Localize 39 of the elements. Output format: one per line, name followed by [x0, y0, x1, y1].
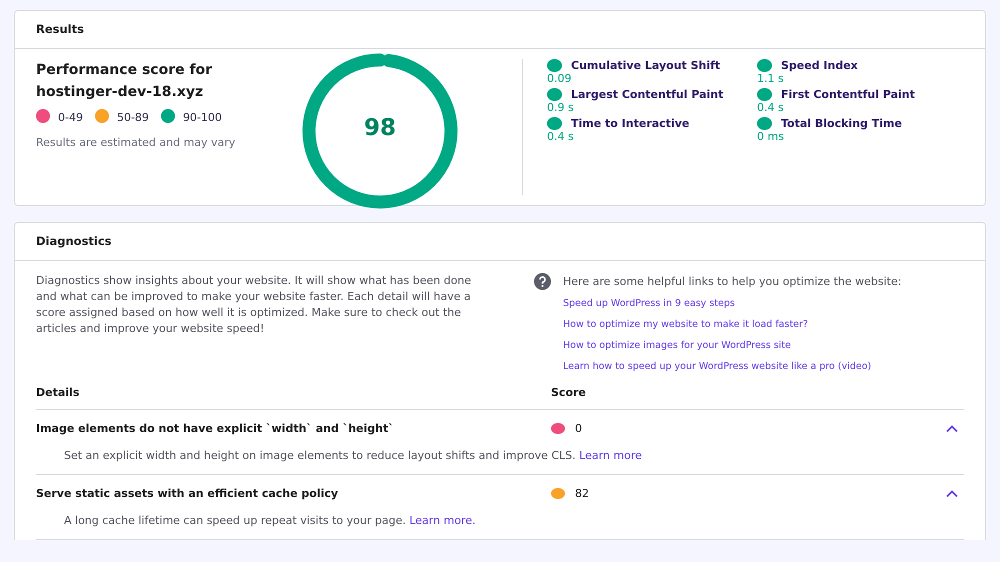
chevron-icon[interactable] — [946, 490, 958, 498]
metric-name: Cumulative Layout Shift — [571, 59, 720, 72]
metric-value: 0.4 s — [547, 130, 575, 143]
legend-label: 90-100 — [182, 111, 222, 124]
audit-score: 0 — [575, 422, 582, 435]
metric-name: Time to Interactive — [571, 117, 690, 130]
metric-value: 1.1 s — [757, 72, 785, 85]
learn-more-link[interactable]: Learn more. — [409, 514, 476, 527]
help-link[interactable]: How to optimize images for your WordPress site — [563, 338, 964, 353]
help-icon — [534, 273, 551, 290]
help-link[interactable]: Learn how to speed up your WordPress website like a pro (video) — [563, 359, 964, 374]
metric-value: 0.4 s — [757, 101, 785, 114]
audit-title[interactable]: Image elements do not have explicit `width` and `height` — [36, 422, 551, 435]
metric-value: 0 ms — [757, 130, 785, 143]
column-header: Details — [36, 386, 80, 399]
help-link[interactable]: How to optimize my website to make it load faster? — [563, 317, 964, 332]
metric-name: Speed Index — [781, 59, 858, 72]
legend-label: 0-49 — [58, 111, 83, 124]
estimate-note: Results are estimated and may vary — [36, 136, 236, 149]
links-heading: Here are some helpful links to help you optimize the website: — [563, 275, 902, 288]
diagnostics-intro: Diagnostics show insights about your website. It will show what has been done and what can be improved to make your website faster. Each detail will have a score assigned based on how well it is optimized. Make sure to check out the articles and improve your website speed! — [36, 273, 472, 337]
metric-name: First Contentful Paint — [781, 88, 915, 101]
audit-score: 82 — [575, 487, 589, 500]
card-title: Results — [36, 22, 84, 36]
score-value: 98 — [362, 115, 397, 141]
card-title: Diagnostics — [36, 234, 112, 248]
audit-description: A long cache lifetime can speed up repeat visits to your page. Learn more. — [64, 514, 477, 527]
metric-name: Total Blocking Time — [781, 117, 902, 130]
metric-name: Largest Contentful Paint — [571, 88, 724, 101]
metric-value: 0.09 — [547, 72, 572, 85]
performance-heading: Performance score for hostinger-dev-18.xyz — [36, 61, 214, 102]
chevron-icon[interactable] — [946, 424, 958, 432]
help-link[interactable]: Speed up WordPress in 9 easy steps — [563, 296, 964, 311]
learn-more-link[interactable]: Learn more — [579, 449, 642, 462]
column-header: Score — [551, 386, 586, 399]
legend-label: 50-89 — [116, 111, 149, 124]
audit-title[interactable]: Serve static assets with an efficient cache policy — [36, 487, 551, 500]
metric-value: 0.9 s — [547, 101, 575, 114]
audit-description: Set an explicit width and height on image elements to reduce layout shifts and improve CLS. Learn more — [64, 449, 643, 462]
